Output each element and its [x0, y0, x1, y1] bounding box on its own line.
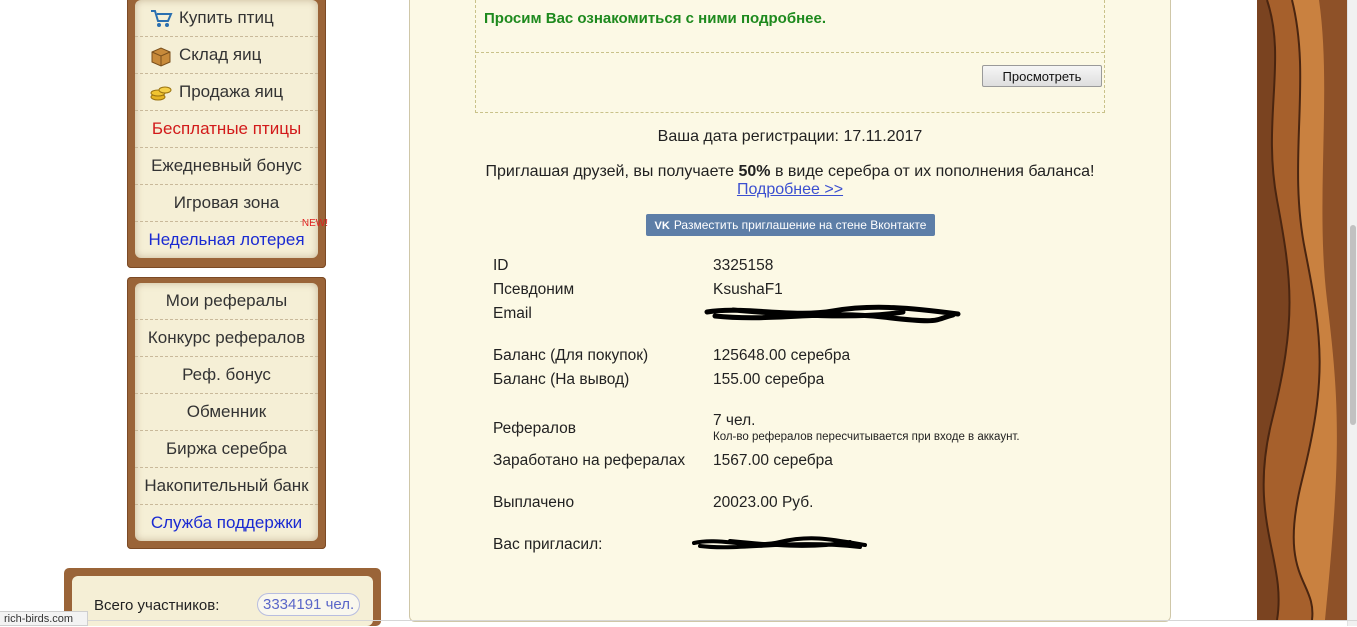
vertical-scrollbar[interactable]	[1347, 0, 1357, 626]
balance-out-label: Баланс (На вывод)	[493, 371, 630, 388]
menu-weekly-lottery[interactable]: Недельная лотерея NEW!	[135, 218, 328, 258]
menu-label: Реф. бонус	[182, 365, 271, 384]
menu-label: Мои рефералы	[165, 291, 288, 310]
earned-label: Заработано на рефералах	[493, 452, 686, 469]
menu-free-birds[interactable]: Бесплатные птицы	[135, 111, 318, 148]
menu-label: Продажа яиц	[179, 82, 284, 101]
registration-label: Ваша дата регистрации:	[657, 128, 839, 145]
referral-menu: Мои рефералы Конкурс рефералов Реф. бону…	[127, 277, 326, 549]
menu-label: Конкурс рефералов	[147, 328, 306, 347]
status-bar-url: rich-birds.com	[0, 611, 88, 626]
vk-share-button[interactable]: VK Разместить приглашение на стене Вконта…	[646, 214, 935, 236]
invited-by-label: Вас пригласил:	[493, 536, 603, 553]
participants-label: Всего участников:	[94, 597, 220, 614]
cart-icon	[151, 9, 173, 27]
box-icon	[151, 46, 171, 67]
menu-label: Накопительный банк	[144, 476, 309, 495]
menu-label: Служба поддержки	[150, 513, 303, 532]
menu-referral-contest[interactable]: Конкурс рефералов	[135, 320, 318, 357]
main-menu-inner: Купить птиц Склад яиц Продажа яиц Беспла…	[135, 0, 328, 258]
participants-inner: Всего участников: 3334191 чел.	[72, 576, 373, 626]
referrals-note: Кол-во рефералов пересчитывается при вхо…	[713, 431, 1020, 443]
menu-silver-exchange[interactable]: Биржа серебра	[135, 431, 318, 468]
notice-text: Просим Вас ознакомиться с ними подробнее…	[484, 10, 826, 27]
vk-share-label: Разместить приглашение на стене Вконтакт…	[673, 218, 927, 232]
menu-label: Купить птиц	[179, 8, 274, 27]
bottom-divider	[0, 620, 1357, 621]
view-button[interactable]: Просмотреть	[982, 65, 1102, 87]
menu-support[interactable]: Служба поддержки	[135, 505, 318, 541]
scrollbar-thumb[interactable]	[1350, 225, 1356, 425]
menu-label: Бесплатные птицы	[151, 119, 302, 138]
wood-decoration	[1257, 0, 1347, 620]
registration-value: 17.11.2017	[843, 128, 923, 145]
participants-box: Всего участников: 3334191 чел.	[64, 568, 381, 626]
earned-value: 1567.00 серебра	[713, 452, 833, 469]
invite-prefix: Приглашая друзей, вы получаете	[485, 163, 734, 180]
notice-divider	[476, 52, 1104, 53]
id-label: ID	[493, 257, 509, 274]
participants-count: 3334191 чел.	[257, 593, 361, 616]
referrals-value: 7 чел.	[713, 412, 756, 429]
more-link[interactable]: Подробнее >>	[409, 181, 1171, 199]
vk-icon: VK	[654, 220, 670, 232]
menu-egg-sale[interactable]: Продажа яиц	[135, 74, 318, 111]
invite-suffix: в виде серебра от их пополнения баланса!	[774, 163, 1095, 180]
more-link-text[interactable]: Подробнее >>	[737, 181, 843, 198]
menu-my-referrals[interactable]: Мои рефералы	[135, 283, 318, 320]
notice-box: Просим Вас ознакомиться с ними подробнее…	[475, 0, 1105, 113]
referral-menu-inner: Мои рефералы Конкурс рефералов Реф. бону…	[135, 283, 318, 541]
menu-label: Обменник	[186, 402, 267, 421]
invite-percent: 50%	[738, 163, 771, 180]
nickname-label: Псевдоним	[493, 281, 575, 298]
coins-icon	[150, 86, 172, 101]
redacted-inviter-scribble	[692, 536, 867, 550]
menu-buy-birds[interactable]: Купить птиц	[135, 0, 318, 37]
menu-savings-bank[interactable]: Накопительный банк	[135, 468, 318, 505]
redacted-email-scribble	[704, 304, 961, 324]
menu-label: Биржа серебра	[166, 439, 287, 458]
invite-text: Приглашая друзей, вы получаете 50% в вид…	[409, 163, 1171, 181]
main-menu: Купить птиц Склад яиц Продажа яиц Беспла…	[127, 0, 328, 268]
menu-label: Недельная лотерея	[148, 230, 305, 249]
menu-daily-bonus[interactable]: Ежедневный бонус	[135, 148, 318, 185]
menu-game-zone[interactable]: Игровая зона	[135, 185, 318, 222]
menu-exchanger[interactable]: Обменник	[135, 394, 318, 431]
id-value: 3325158	[713, 257, 774, 274]
registration-date: Ваша дата регистрации: 17.11.2017	[409, 128, 1171, 146]
menu-ref-bonus[interactable]: Реф. бонус	[135, 357, 318, 394]
nickname-value: KsushaF1	[713, 281, 783, 298]
balance-buy-value: 125648.00 серебра	[713, 347, 851, 364]
paid-label: Выплачено	[493, 494, 575, 511]
referrals-label: Рефералов	[493, 420, 576, 437]
email-label: Email	[493, 305, 532, 322]
menu-egg-storage[interactable]: Склад яиц	[135, 37, 318, 74]
balance-buy-label: Баланс (Для покупок)	[493, 347, 649, 364]
balance-out-value: 155.00 серебра	[713, 371, 825, 388]
new-badge: NEW!	[301, 218, 328, 229]
paid-value: 20023.00 Руб.	[713, 494, 814, 511]
menu-label: Игровая зона	[173, 193, 280, 212]
menu-label: Ежедневный бонус	[151, 156, 302, 175]
menu-label: Склад яиц	[179, 45, 262, 64]
